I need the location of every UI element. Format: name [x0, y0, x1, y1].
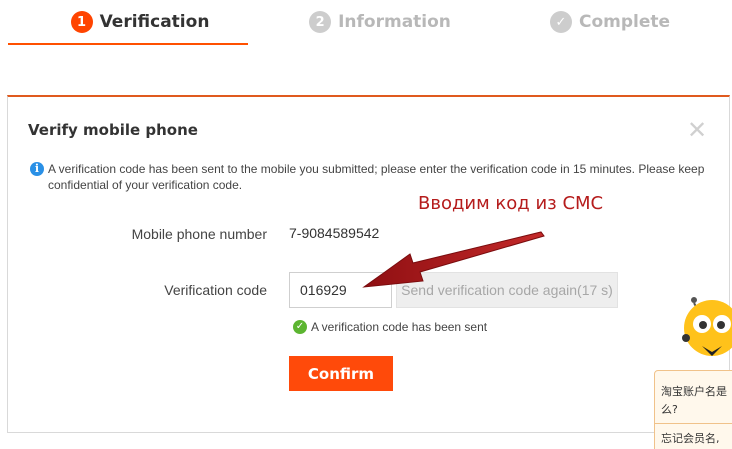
verification-notice: i A verification code has been sent to t…: [30, 161, 720, 193]
help-panel[interactable]: 淘宝账户名是 么? 忘记会员名,: [654, 370, 732, 449]
help-question-line2[interactable]: 么?: [661, 401, 732, 419]
help-forgot-link[interactable]: 忘记会员名,: [661, 430, 732, 448]
step-label-complete: Complete: [578, 12, 671, 32]
check-circle-icon: ✓: [293, 320, 307, 334]
step-number-2: 2: [309, 11, 332, 33]
mascot-assistant-icon[interactable]: [680, 294, 732, 374]
phone-label: Mobile phone number: [131, 226, 267, 242]
notice-text: A verification code has been sent to the…: [48, 162, 705, 192]
close-icon[interactable]: ✕: [686, 118, 708, 142]
verify-phone-dialog: Verify mobile phone ✕ i A verification c…: [7, 95, 730, 433]
dialog-title: Verify mobile phone: [28, 121, 198, 139]
confirm-button[interactable]: Confirm: [289, 356, 393, 391]
step-label-verification: Verification: [99, 12, 210, 32]
active-step-underline: [8, 43, 248, 45]
help-divider: [655, 423, 732, 424]
step-number-1: 1: [70, 11, 93, 33]
code-sent-message: ✓ A verification code has been sent: [293, 320, 487, 334]
step-information: 2 Information: [270, 0, 490, 44]
resend-code-button[interactable]: Send verification code again(17 s): [396, 272, 618, 308]
step-complete: ✓ Complete: [500, 0, 720, 44]
annotation-text: Вводим код из СМС: [418, 193, 604, 214]
step-verification: 1 Verification: [30, 0, 250, 44]
help-question-line1[interactable]: 淘宝账户名是: [661, 383, 732, 401]
verification-code-input[interactable]: [289, 272, 392, 308]
info-icon: i: [30, 162, 44, 176]
phone-value: 7-9084589542: [289, 225, 380, 241]
code-label: Verification code: [164, 282, 267, 298]
code-sent-text: A verification code has been sent: [311, 320, 488, 334]
check-icon: ✓: [549, 11, 572, 33]
step-label-information: Information: [338, 12, 451, 32]
